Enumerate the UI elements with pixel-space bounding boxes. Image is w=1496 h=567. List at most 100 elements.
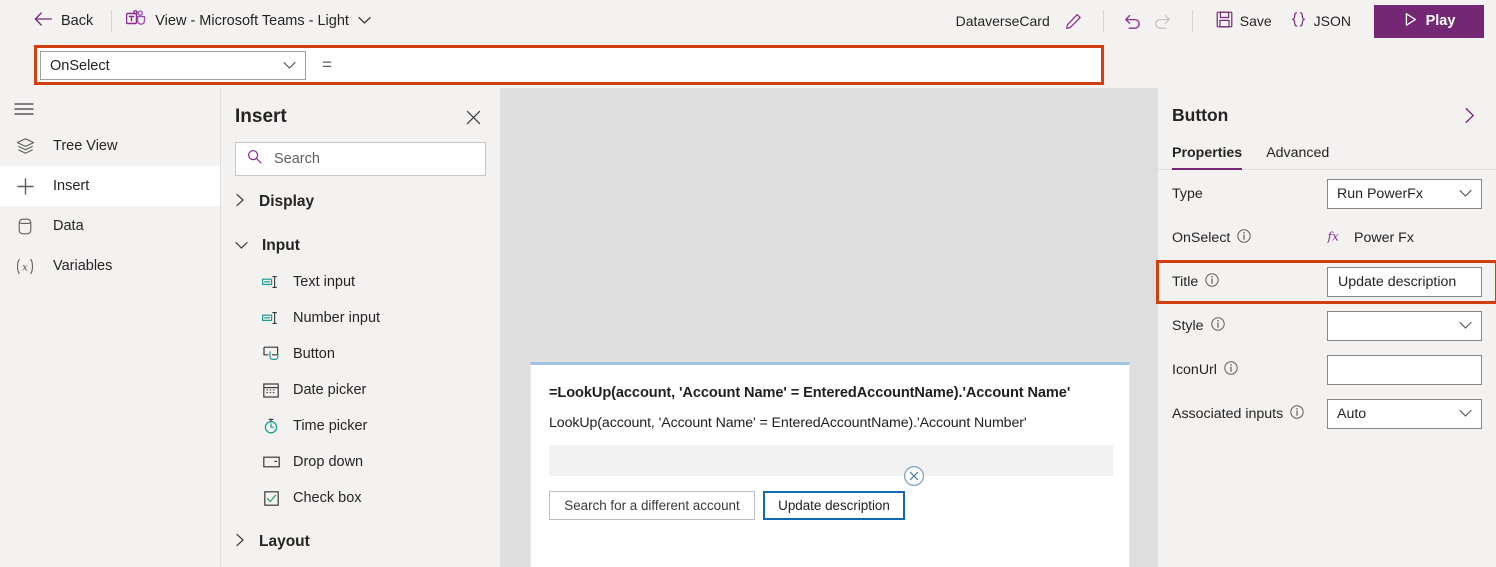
circle-x-icon[interactable]	[903, 465, 925, 487]
property-selector-value: OnSelect	[50, 57, 110, 74]
insert-item-date-picker[interactable]: Date picker	[221, 372, 500, 408]
undo-button[interactable]	[1118, 6, 1148, 36]
title-input-wrapper[interactable]	[1327, 267, 1482, 297]
insert-group-label: Layout	[259, 533, 310, 550]
search-input[interactable]	[272, 150, 474, 168]
iconurl-input-wrapper[interactable]	[1327, 355, 1482, 385]
card-button-search-different-account[interactable]: Search for a different account	[549, 491, 755, 520]
insert-group-input[interactable]: Input	[221, 228, 500, 264]
text-input-icon	[262, 273, 280, 291]
sidebar-item-label: Data	[53, 218, 84, 234]
title-input[interactable]	[1336, 273, 1473, 291]
property-row-style: Style	[1158, 306, 1496, 346]
number-input-icon	[262, 309, 280, 327]
properties-panel-header: Button	[1158, 94, 1496, 136]
redo-button[interactable]	[1148, 6, 1178, 36]
property-label: Associated inputs	[1172, 405, 1304, 423]
insert-item-time-picker[interactable]: Time picker	[221, 408, 500, 444]
insert-group-layout[interactable]: Layout	[221, 524, 500, 560]
insert-panel: Insert Display Input	[221, 88, 501, 567]
onselect-value: Power Fx	[1354, 230, 1414, 246]
insert-group-display[interactable]: Display	[221, 184, 500, 220]
chevron-down-icon	[283, 58, 296, 74]
property-control	[1327, 267, 1482, 297]
info-icon[interactable]	[1224, 361, 1238, 379]
database-icon	[14, 217, 36, 236]
search-icon	[247, 149, 262, 169]
variable-x-icon: x	[14, 257, 36, 276]
chevron-down-icon	[1459, 318, 1472, 334]
insert-item-drop-down[interactable]: Drop down	[221, 444, 500, 480]
back-button[interactable]: Back	[30, 5, 97, 37]
sidebar-item-variables[interactable]: x Variables	[0, 246, 220, 286]
insert-item-label: Number input	[293, 310, 381, 326]
insert-search-box[interactable]	[235, 142, 486, 176]
json-label: JSON	[1313, 13, 1351, 29]
toolbar-divider-2	[1102, 10, 1104, 32]
sidebar-item-data[interactable]: Data	[0, 206, 220, 246]
chevron-down-icon	[1459, 406, 1472, 422]
hamburger-icon[interactable]	[0, 92, 48, 126]
back-label: Back	[61, 13, 94, 29]
property-label: Style	[1172, 317, 1225, 335]
tab-properties[interactable]: Properties	[1158, 145, 1252, 170]
card-button-update-description[interactable]: Update description	[763, 491, 905, 520]
chevron-down-icon	[358, 12, 371, 30]
play-button[interactable]: Play	[1374, 4, 1484, 38]
view-selector[interactable]: View - Microsoft Teams - Light	[126, 9, 371, 32]
iconurl-input[interactable]	[1336, 361, 1473, 379]
sidebar-item-tree-view[interactable]: Tree View	[0, 126, 220, 166]
back-arrow-icon	[34, 11, 53, 31]
chevron-right-icon	[235, 533, 245, 552]
insert-item-label: Date picker	[293, 382, 367, 398]
associated-inputs-dropdown[interactable]: Auto	[1327, 399, 1482, 429]
sidebar-item-label: Tree View	[53, 138, 118, 154]
card-canvas[interactable]: =LookUp(account, 'Account Name' = Entere…	[501, 88, 1157, 567]
sidebar-item-insert[interactable]: Insert	[0, 166, 220, 206]
toolbar-divider-3	[1191, 10, 1193, 32]
insert-item-text-input[interactable]: Text input	[221, 264, 500, 300]
type-dropdown[interactable]: Run PowerFx	[1327, 179, 1482, 209]
save-button[interactable]: Save	[1207, 5, 1281, 37]
insert-item-check-box[interactable]: Check box	[221, 480, 500, 516]
card-text-input[interactable]	[549, 445, 1113, 476]
property-control: Auto	[1327, 399, 1482, 429]
property-label: Type	[1172, 186, 1203, 202]
svg-text:x: x	[22, 261, 28, 273]
info-icon[interactable]	[1237, 229, 1252, 247]
card-name-label: DataverseCard	[955, 13, 1050, 29]
chevron-right-icon[interactable]	[1458, 103, 1482, 127]
info-icon[interactable]	[1210, 317, 1225, 335]
json-button[interactable]: JSON	[1281, 5, 1360, 37]
chevron-right-icon	[235, 193, 245, 212]
property-label: OnSelect	[1172, 229, 1252, 247]
chevron-down-icon	[1459, 186, 1472, 202]
property-label-text: Style	[1172, 318, 1204, 334]
properties-tabs: Properties Advanced	[1158, 136, 1496, 170]
toolbar-divider-1	[111, 10, 113, 32]
insert-item-button[interactable]: Button	[221, 336, 500, 372]
insert-item-label: Check box	[293, 490, 362, 506]
property-label-text: Associated inputs	[1172, 406, 1284, 422]
clock-icon	[262, 417, 280, 435]
info-icon[interactable]	[1290, 405, 1304, 423]
view-label: View - Microsoft Teams - Light	[155, 13, 349, 29]
property-row-onselect: OnSelect fx Power Fx	[1158, 218, 1496, 258]
insert-item-number-input[interactable]: Number input	[221, 300, 500, 336]
tab-advanced[interactable]: Advanced	[1252, 145, 1339, 169]
info-icon[interactable]	[1205, 273, 1219, 291]
property-row-associated-inputs: Associated inputs Auto	[1158, 394, 1496, 434]
property-control: fx Power Fx	[1327, 228, 1482, 248]
property-selector[interactable]: OnSelect	[40, 51, 306, 80]
card-text-line-2: LookUp(account, 'Account Name' = Entered…	[549, 415, 1027, 431]
card-preview[interactable]: =LookUp(account, 'Account Name' = Entere…	[530, 362, 1130, 567]
rename-pencil-icon[interactable]	[1059, 6, 1089, 36]
style-dropdown[interactable]	[1327, 311, 1482, 341]
top-command-bar: Back View - Microsoft Teams - Light Data…	[0, 0, 1496, 42]
braces-icon	[1290, 11, 1307, 31]
onselect-powerfx-button[interactable]: fx Power Fx	[1327, 228, 1482, 248]
chevron-down-icon	[235, 237, 248, 255]
property-label-text: Title	[1172, 274, 1199, 290]
left-rail: Tree View Insert Data x Variables	[0, 88, 221, 567]
close-icon[interactable]	[460, 104, 486, 130]
